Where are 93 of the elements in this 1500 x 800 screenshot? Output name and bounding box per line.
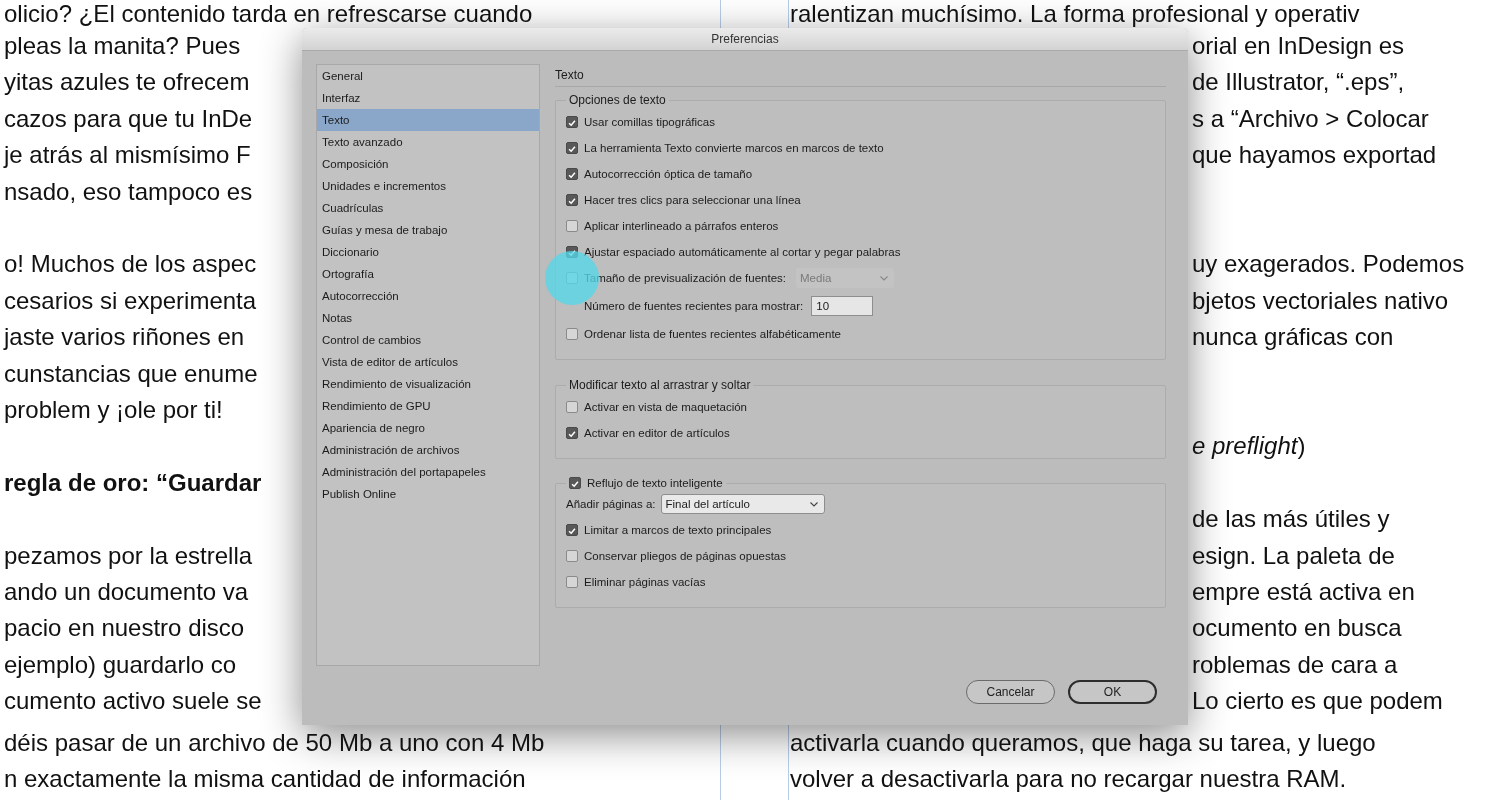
body-text: s a “Archivo > Colocar (1192, 103, 1430, 134)
category-item[interactable]: Rendimiento de visualización (317, 373, 539, 395)
checkbox-label: La herramienta Texto convierte marcos en marcos de texto (584, 142, 884, 154)
body-text: pacio en nuestro disco (4, 613, 246, 644)
body-text: activarla cuando queramos, que haga su tarea, y luego (790, 727, 1376, 758)
body-text: cazos para que tu InDe (4, 103, 254, 134)
body-text: que hayamos exportad (1192, 140, 1438, 171)
checkbox[interactable] (566, 220, 578, 232)
category-item[interactable]: Composición (317, 153, 539, 175)
checkbox-label: Eliminar páginas vacías (584, 576, 706, 588)
checkbox-label: Aplicar interlineado a párrafos enteros (584, 220, 779, 232)
category-item[interactable]: Administración del portapapeles (317, 461, 539, 483)
body-text: de las más útiles y (1192, 504, 1391, 535)
number-field[interactable]: 10 (811, 296, 874, 316)
cancel-button[interactable]: Cancelar (966, 680, 1055, 704)
body-text: ejemplo) guardarlo co (4, 649, 238, 680)
category-item[interactable]: Unidades e incrementos (317, 175, 539, 197)
category-item[interactable]: Autocorrección (317, 285, 539, 307)
checkbox[interactable] (566, 328, 578, 340)
body-text: n exactamente la misma cantidad de información (3, 763, 526, 794)
category-item[interactable]: Publish Online (317, 483, 539, 505)
category-item[interactable]: Control de cambios (317, 329, 539, 351)
heading-text: regla de oro: “Guardar (4, 467, 263, 498)
checkbox[interactable] (569, 477, 581, 489)
checkbox[interactable] (566, 524, 578, 536)
body-text: e preflight) (1192, 431, 1307, 462)
category-item[interactable]: Ortografía (317, 263, 539, 285)
body-text: roblemas de cara a (1192, 649, 1399, 680)
checkbox-label: Ajustar espaciado automáticamente al cortar y pegar palabras (584, 246, 901, 258)
group-title: Modificar texto al arrastrar y soltar (569, 378, 751, 392)
body-text: je atrás al mismísimo F (4, 140, 252, 171)
checkbox[interactable] (566, 576, 578, 588)
category-item[interactable]: General (317, 65, 539, 87)
body-text: déis pasar de un archivo de 50 Mb a uno con 4 Mb (3, 727, 545, 758)
checkbox-label: Autocorrección óptica de tamaño (584, 168, 753, 180)
body-text: o! Muchos de los aspec (4, 249, 258, 280)
body-text: orial en InDesign es (1192, 31, 1406, 61)
checkbox[interactable] (566, 142, 578, 154)
chevron-down-icon (809, 501, 818, 507)
checkbox-label: Hacer tres clics para seleccionar una línea (584, 194, 801, 206)
checkbox-label: Activar en editor de artículos (584, 427, 730, 439)
body-text: cumento activo suele se (4, 686, 263, 717)
body-text: esign. La paleta de (1192, 540, 1396, 571)
checkbox[interactable] (566, 194, 578, 206)
checkbox[interactable] (566, 427, 578, 439)
field-label: Añadir páginas a: (566, 498, 656, 510)
dialog-title: Preferencias (711, 32, 779, 46)
category-item[interactable]: Notas (317, 307, 539, 329)
checkbox[interactable] (566, 550, 578, 562)
category-item[interactable]: Texto (317, 109, 539, 131)
section-title: Texto (555, 64, 1166, 87)
field-label: Número de fuentes recientes para mostrar: (584, 300, 804, 312)
body-text: bjetos vectoriales nativo (1192, 285, 1450, 316)
checkbox-label: Conservar pliegos de páginas opuestas (584, 550, 787, 562)
checkbox[interactable] (566, 116, 578, 128)
body-text: nunca gráficas con (1192, 322, 1395, 353)
body-text: pleas la manita? Pues (4, 31, 242, 61)
body-text: cunstancias que enume (4, 358, 259, 389)
body-text: problem y ¡ole por ti! (4, 395, 224, 426)
checkbox[interactable] (566, 168, 578, 180)
body-text: ralentizan muchísimo. La forma profesional y operativ (790, 0, 1360, 29)
category-item[interactable]: Guías y mesa de trabajo (317, 219, 539, 241)
category-item[interactable]: Administración de archivos (317, 439, 539, 461)
body-text: uy exagerados. Podemos (1192, 249, 1466, 280)
body-text: yitas azules te ofrecem (4, 67, 251, 98)
category-item[interactable]: Apariencia de negro (317, 417, 539, 439)
group-title: Opciones de texto (569, 93, 666, 107)
checkbox-label: Activar en vista de maquetación (584, 401, 747, 413)
body-text: jaste varios riñones en (4, 322, 246, 353)
checkbox-label: Ordenar lista de fuentes recientes alfabéticamente (584, 328, 841, 340)
body-text: empre está activa en (1192, 577, 1416, 608)
chevron-down-icon (880, 275, 888, 281)
body-text: cesarios si experimenta (4, 285, 258, 316)
checkbox-label: Limitar a marcos de texto principales (584, 524, 772, 536)
body-text: volver a desactivarla para no recargar nuestra RAM. (790, 763, 1347, 794)
category-item[interactable]: Texto avanzado (317, 131, 539, 153)
body-text: de Illustrator, “.eps”, (1192, 67, 1406, 98)
ok-button[interactable]: OK (1068, 680, 1157, 704)
checkbox-label: Usar comillas tipográficas (584, 116, 715, 128)
category-item[interactable]: Vista de editor de artículos (317, 351, 539, 373)
body-text: ocumento en busca (1192, 613, 1403, 644)
body-text: pezamos por la estrella (4, 540, 254, 571)
category-item[interactable]: Interfaz (317, 87, 539, 109)
checkbox-label: Reflujo de texto inteligente (587, 477, 723, 489)
dropdown[interactable]: Final del artículo (660, 494, 825, 514)
body-text: olicio? ¿El contenido tarda en refrescarse cuando (3, 0, 533, 29)
body-text: nsado, eso tampoco es (4, 176, 254, 207)
category-item[interactable]: Diccionario (317, 241, 539, 263)
category-item[interactable]: Rendimiento de GPU (317, 395, 539, 417)
checkbox[interactable] (566, 401, 578, 413)
body-text: ando un documento va (4, 577, 250, 608)
category-item[interactable]: Cuadrículas (317, 197, 539, 219)
body-text: Lo cierto es que podem (1192, 686, 1444, 717)
